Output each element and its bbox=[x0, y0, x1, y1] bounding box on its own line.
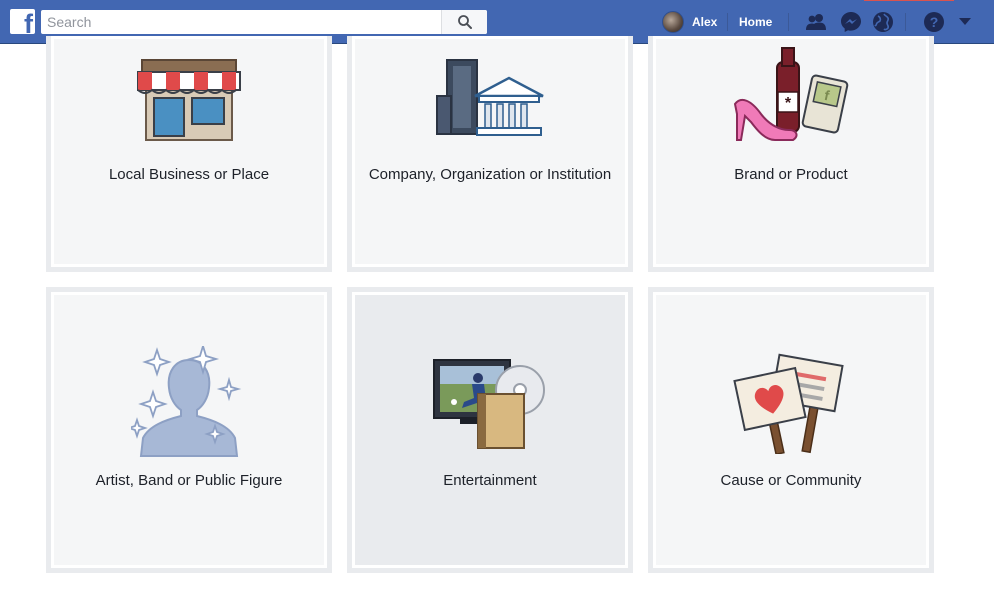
nav-divider bbox=[788, 13, 789, 31]
notifications-button[interactable] bbox=[871, 11, 895, 33]
search-icon bbox=[457, 15, 472, 29]
nav-divider bbox=[905, 13, 906, 31]
silhouette-icon bbox=[131, 346, 242, 457]
category-label: Cause or Community bbox=[720, 472, 862, 489]
account-menu-button[interactable] bbox=[953, 11, 977, 33]
category-label: Local Business or Place bbox=[108, 166, 270, 183]
profile-link[interactable]: Alex bbox=[662, 11, 717, 33]
messenger-icon bbox=[841, 12, 861, 32]
search-bar bbox=[41, 10, 487, 34]
category-label: Entertainment bbox=[443, 472, 537, 489]
home-link[interactable]: Home bbox=[739, 15, 772, 29]
friends-icon bbox=[806, 14, 826, 30]
products-icon: f * bbox=[733, 47, 849, 141]
category-label: Company, Organization or Institution bbox=[368, 166, 612, 183]
nav-divider bbox=[727, 13, 728, 31]
search-button[interactable] bbox=[441, 10, 487, 34]
buildings-icon bbox=[436, 59, 544, 136]
avatar bbox=[662, 11, 684, 33]
search-input[interactable] bbox=[41, 11, 441, 33]
top-accent-line bbox=[864, 0, 954, 1]
category-card-local-business[interactable]: Local Business or Place bbox=[46, 36, 332, 272]
logo-letter: f bbox=[24, 9, 33, 35]
category-label: Artist, Band or Public Figure bbox=[95, 472, 283, 489]
facebook-logo-icon[interactable]: f bbox=[10, 9, 35, 34]
svg-text:?: ? bbox=[930, 14, 939, 30]
category-card-entertainment[interactable]: Entertainment bbox=[347, 287, 633, 573]
profile-name: Alex bbox=[692, 15, 718, 29]
category-card-brand[interactable]: f * Brand or Product bbox=[648, 36, 934, 272]
storefront-icon bbox=[137, 59, 241, 141]
svg-text:*: * bbox=[785, 95, 792, 112]
category-card-artist[interactable]: Artist, Band or Public Figure bbox=[46, 287, 332, 573]
help-icon: ? bbox=[924, 12, 944, 32]
media-icon bbox=[433, 359, 545, 449]
globe-icon bbox=[873, 12, 893, 32]
help-button[interactable]: ? bbox=[922, 11, 946, 33]
friend-requests-button[interactable] bbox=[804, 11, 828, 33]
dropdown-caret-icon bbox=[959, 18, 971, 25]
messenger-button[interactable] bbox=[839, 11, 863, 33]
category-card-cause[interactable]: Cause or Community bbox=[648, 287, 934, 573]
protest-signs-icon bbox=[733, 353, 844, 454]
category-label: Brand or Product bbox=[734, 166, 848, 183]
category-card-company[interactable]: Company, Organization or Institution bbox=[347, 36, 633, 272]
